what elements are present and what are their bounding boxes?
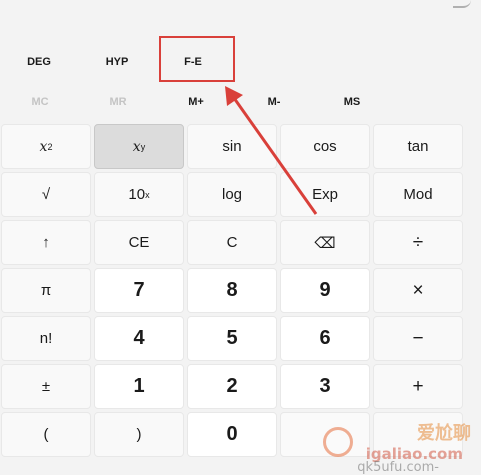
m-minus-button[interactable]: M-	[258, 92, 290, 112]
digit-0-button[interactable]: 0	[187, 412, 277, 457]
ten-exponent: x	[145, 189, 150, 200]
m-plus-button[interactable]: M+	[180, 92, 212, 112]
plus-button[interactable]: +	[373, 364, 463, 409]
digit-2-button[interactable]: 2	[187, 364, 277, 409]
square-base: x	[39, 138, 48, 155]
clear-button[interactable]: C	[187, 220, 277, 265]
digit-6-button[interactable]: 6	[280, 316, 370, 361]
minus-button[interactable]: −	[373, 316, 463, 361]
equals-button[interactable]	[373, 412, 463, 457]
digit-5-button[interactable]: 5	[187, 316, 277, 361]
decimal-button[interactable]	[280, 412, 370, 457]
close-paren-button[interactable]: )	[94, 412, 184, 457]
digit-7-button[interactable]: 7	[94, 268, 184, 313]
ten-power-button[interactable]: 10 x	[94, 172, 184, 217]
arrow-head	[225, 86, 243, 106]
sin-button[interactable]: sin	[187, 124, 277, 169]
ten-base: 10	[128, 186, 146, 203]
deg-button[interactable]: DEG	[18, 52, 60, 72]
mod-button[interactable]: Mod	[373, 172, 463, 217]
square-exponent: 2	[47, 141, 53, 152]
square-button[interactable]: x2	[1, 124, 91, 169]
window-top-strip	[0, 0, 481, 30]
digit-9-button[interactable]: 9	[280, 268, 370, 313]
power-exponent: y	[140, 141, 146, 152]
power-button[interactable]: xy	[94, 124, 184, 169]
digit-1-button[interactable]: 1	[94, 364, 184, 409]
cos-button[interactable]: cos	[280, 124, 370, 169]
shift-button[interactable]: ↑	[1, 220, 91, 265]
exp-button[interactable]: Exp	[280, 172, 370, 217]
fe-highlight-box	[159, 36, 235, 82]
square-root-button[interactable]: √	[1, 172, 91, 217]
log-button[interactable]: log	[187, 172, 277, 217]
digit-8-button[interactable]: 8	[187, 268, 277, 313]
clear-entry-button[interactable]: CE	[94, 220, 184, 265]
digit-4-button[interactable]: 4	[94, 316, 184, 361]
divide-button[interactable]: ÷	[373, 220, 463, 265]
power-base: x	[132, 138, 141, 155]
open-paren-button[interactable]: (	[1, 412, 91, 457]
negate-button[interactable]: ±	[1, 364, 91, 409]
backspace-button[interactable]: ⌫	[280, 220, 370, 265]
factorial-button[interactable]: n!	[1, 316, 91, 361]
digit-3-button[interactable]: 3	[280, 364, 370, 409]
multiply-button[interactable]: ×	[373, 268, 463, 313]
mc-button: MC	[31, 96, 49, 108]
ms-button[interactable]: MS	[336, 92, 368, 112]
pi-button[interactable]: π	[1, 268, 91, 313]
mr-button: MR	[109, 96, 127, 108]
hyp-button[interactable]: HYP	[96, 52, 138, 72]
tan-button[interactable]: tan	[373, 124, 463, 169]
window-corner	[453, 0, 471, 8]
